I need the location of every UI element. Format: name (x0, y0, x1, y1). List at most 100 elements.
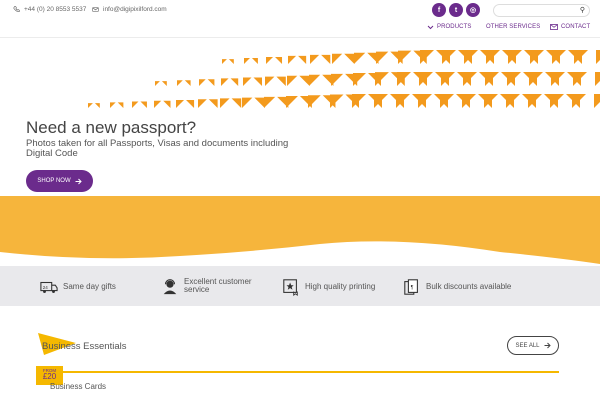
pattern-triangle (398, 50, 412, 64)
email-contact[interactable]: info@digipixilford.com (92, 6, 167, 13)
pattern-triangle (286, 96, 298, 108)
search-icon[interactable]: ⚲ (580, 6, 585, 14)
hero-subtitle: Photos taken for all Passports, Visas an… (26, 138, 289, 159)
see-all-button[interactable]: SEE ALL (507, 336, 559, 355)
pattern-triangle (155, 81, 160, 86)
pattern-triangle (242, 97, 253, 108)
pattern-triangle (308, 95, 321, 108)
pattern-triangle (330, 94, 344, 108)
pattern-triangle (266, 56, 274, 64)
top-bar: +44 (0) 20 8553 5537 info@digipixilford.… (0, 0, 600, 23)
pattern-triangle (154, 100, 162, 108)
pattern-triangle (596, 50, 600, 64)
facebook-icon[interactable]: f (432, 3, 446, 17)
shop-now-button[interactable]: SHOP NOW (26, 170, 93, 192)
pattern-triangle (309, 74, 321, 86)
arrow-right-icon (544, 342, 551, 349)
pattern-triangle (354, 52, 366, 64)
pattern-triangle (287, 75, 298, 86)
hero-title: Need a new passport? (26, 118, 197, 137)
pattern-triangle (184, 80, 191, 86)
pattern-triangle (251, 58, 258, 64)
nav-other-services-label: OTHER SERVICES (486, 24, 541, 30)
pattern-triangle (132, 101, 139, 108)
pattern-triangle (344, 53, 355, 64)
see-all-label: SEE ALL (515, 342, 540, 349)
nav-products-label: PRODUCTS (437, 24, 472, 30)
pattern-triangle (298, 55, 307, 64)
pattern-triangle (321, 54, 331, 64)
search-input[interactable] (500, 11, 578, 23)
pattern-triangle (265, 76, 275, 86)
pattern-triangle (221, 78, 229, 86)
pattern-triangle (253, 77, 262, 86)
feature-label: Excellent customer service (184, 277, 252, 294)
search-box: ⚲ (493, 4, 590, 23)
headset-icon (163, 279, 177, 295)
pattern-triangle (176, 99, 185, 108)
section-title: Business Essentials (42, 341, 127, 352)
svg-text:24: 24 (43, 285, 49, 290)
phone-icon (13, 6, 20, 12)
pattern-triangle (198, 99, 207, 108)
phone-contact[interactable]: +44 (0) 20 8553 5537 (13, 6, 86, 13)
arrow-right-icon (75, 178, 82, 184)
van-24-icon: 24 (40, 281, 58, 293)
envelope-icon (550, 24, 558, 30)
pattern-triangle (208, 99, 218, 108)
envelope-icon (92, 7, 99, 12)
pattern-triangle (264, 96, 276, 108)
pattern-triangle (230, 78, 239, 86)
pattern-triangle (177, 80, 183, 86)
pattern-triangle (595, 72, 600, 86)
pattern-triangle (88, 103, 93, 108)
layers-icon: ¶ (404, 279, 418, 295)
pattern-triangle (310, 54, 320, 64)
pattern-triangle (110, 102, 116, 108)
pattern-triangle (288, 55, 297, 64)
feature-label: Bulk discounts available (426, 282, 512, 291)
instagram-icon[interactable]: ◎ (466, 3, 480, 17)
pattern-triangle (220, 98, 230, 108)
feature-label: Same day gifts (63, 282, 116, 291)
feature-customer-service: Excellent customer service (161, 277, 254, 295)
shop-now-label: SHOP NOW (37, 178, 71, 184)
pattern-triangle (375, 72, 389, 86)
pattern-triangle (186, 99, 195, 108)
phone-number: +44 (0) 20 8553 5537 (24, 6, 87, 13)
nav-divider (0, 37, 600, 38)
pattern-triangle (331, 73, 344, 86)
email-address: info@digipixilford.com (103, 6, 167, 13)
pattern-triangle (228, 59, 234, 64)
pattern-triangle (299, 75, 310, 86)
pattern-triangle (140, 101, 147, 108)
nav-contact-label: CONTACT (561, 24, 591, 30)
feature-printing: High quality printing (282, 278, 375, 296)
pattern-triangle (353, 73, 366, 86)
price-amount: £20 (42, 372, 57, 381)
pattern-triangle (420, 50, 434, 64)
feature-same-day: 24 Same day gifts (40, 278, 116, 296)
nav-other-services[interactable]: OTHER SERVICES (486, 24, 540, 30)
pattern-triangle (243, 77, 252, 86)
pattern-triangle (594, 94, 600, 108)
nav-products[interactable]: PRODUCTS (427, 24, 471, 30)
pattern-triangle (222, 59, 227, 64)
hero-triangle-pattern (88, 50, 600, 108)
pattern-triangle (199, 79, 206, 86)
chevron-down-icon (427, 25, 434, 29)
product-name[interactable]: Business Cards (50, 382, 106, 391)
nav-contact[interactable]: CONTACT (550, 24, 590, 30)
feature-label: High quality printing (305, 282, 376, 291)
pattern-triangle (332, 53, 343, 64)
certificate-icon (283, 279, 298, 296)
pattern-triangle (254, 97, 265, 108)
svg-text:¶: ¶ (411, 285, 414, 291)
pattern-triangle (161, 81, 167, 86)
pattern-triangle (275, 56, 283, 64)
section-divider (36, 371, 559, 373)
features-strip: 24 Same day gifts Excellent customer ser… (0, 266, 600, 306)
twitter-icon[interactable]: t (449, 3, 463, 17)
feature-bulk: ¶ Bulk discounts available (403, 278, 511, 296)
pattern-triangle (163, 100, 171, 108)
